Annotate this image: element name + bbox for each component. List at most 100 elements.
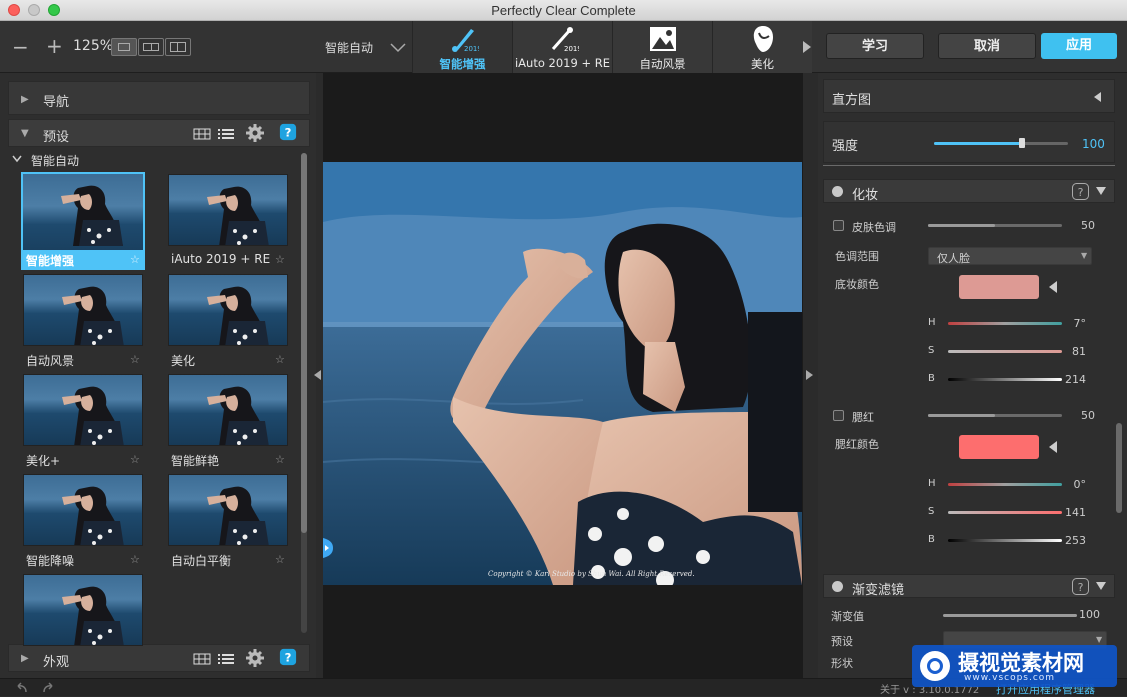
presets-header[interactable]: ▼ 预设 ? (8, 119, 310, 147)
strength-label: 强度 (832, 139, 859, 154)
preset-label: 智能降噪 (26, 554, 75, 568)
preset-select[interactable]: 智能自动 (325, 39, 373, 56)
portrait-photo (323, 162, 802, 585)
hsb-b-slider[interactable] (948, 378, 1062, 381)
mode-tab-iauto[interactable]: 2019 iAuto 2019 + RE (512, 21, 612, 73)
collapse-left-panel-icon[interactable] (314, 370, 322, 380)
favorite-star-icon[interactable]: ☆ (275, 253, 285, 266)
preset-thumbnail[interactable] (23, 374, 143, 446)
favorite-star-icon[interactable]: ☆ (130, 253, 140, 266)
zoom-in-button[interactable]: + (46, 34, 63, 58)
strength-slider[interactable] (934, 138, 1068, 148)
skin-tone-slider[interactable] (928, 224, 1062, 227)
preset-thumbnail[interactable] (23, 474, 143, 546)
preset-thumbnail[interactable] (168, 374, 288, 446)
split-view-button[interactable] (165, 38, 191, 56)
cancel-button[interactable]: 取消 (938, 33, 1036, 59)
favorite-star-icon[interactable]: ☆ (275, 553, 285, 566)
gradient-filter-header[interactable]: 渐变滤镜 ? (823, 574, 1115, 598)
grid-view-icon[interactable] (193, 650, 211, 668)
undo-icon[interactable] (14, 681, 30, 695)
mode-tab-smart-enhance[interactable]: 2019 智能增强 (412, 21, 512, 73)
hsb-b-value: 214 (1065, 373, 1086, 386)
toolbar: − + 125% 智能自动 2019 智能增强 2019 iAuto 2019 … (0, 21, 1127, 73)
hsb-h-slider[interactable] (948, 483, 1062, 486)
tone-range-select[interactable]: 仅人脸 ▼ (928, 247, 1092, 265)
help-icon[interactable]: ? (1072, 183, 1089, 200)
makeup-header[interactable]: 化妆 ? (823, 179, 1115, 203)
toggle-dot-icon[interactable] (832, 186, 843, 197)
image-viewer[interactable]: Copyright © Karl Studio by Shun Wai. All… (314, 73, 813, 678)
preset-label: 美化+ (26, 454, 61, 468)
compare-handle-icon[interactable] (323, 538, 333, 558)
site-watermark-logo: 摄视觉素材网 www.vscops.com (912, 645, 1117, 687)
blush-color-label: 腮红颜色 (835, 438, 879, 451)
list-view-icon[interactable] (217, 125, 235, 143)
hsb-h-slider[interactable] (948, 322, 1062, 325)
preset-thumbnail[interactable] (168, 174, 288, 246)
title-bar: Perfectly Clear Complete (0, 0, 1127, 21)
strength-slider-knob[interactable] (1019, 138, 1026, 148)
favorite-star-icon[interactable]: ☆ (130, 353, 140, 366)
side-by-side-view-button[interactable] (138, 38, 164, 56)
favorite-star-icon[interactable]: ☆ (130, 453, 140, 466)
gear-icon[interactable] (246, 124, 264, 142)
histogram-title: 直方图 (832, 93, 872, 108)
apply-button[interactable]: 应用 (1041, 33, 1117, 59)
gear-icon[interactable] (246, 649, 264, 667)
collapse-triangle-icon[interactable] (1049, 441, 1057, 453)
hsb-s-label: S (928, 345, 935, 356)
blush-color-swatch[interactable] (959, 435, 1039, 459)
chevron-down-icon[interactable] (390, 43, 406, 53)
collapse-triangle-icon[interactable] (1049, 281, 1057, 293)
hsb-b-slider[interactable] (948, 539, 1062, 542)
hsb-s-slider[interactable] (948, 511, 1062, 514)
zoom-out-button[interactable]: − (12, 35, 29, 59)
skin-tone-checkbox[interactable] (833, 220, 844, 231)
preset-thumbnail[interactable] (168, 474, 288, 546)
hsb-h-value: 7° (1073, 317, 1087, 330)
grid-view-icon[interactable] (193, 125, 211, 143)
favorite-star-icon[interactable]: ☆ (130, 553, 140, 566)
list-view-icon[interactable] (217, 650, 235, 668)
favorite-star-icon[interactable]: ☆ (275, 453, 285, 466)
histogram-header[interactable]: 直方图 (823, 79, 1115, 113)
redo-icon[interactable] (40, 681, 56, 695)
preset-thumbnail[interactable] (168, 274, 288, 346)
help-icon[interactable]: ? (1072, 578, 1089, 595)
help-icon[interactable]: ? (279, 648, 297, 666)
scrollbar-thumb[interactable] (1116, 423, 1122, 513)
learn-button[interactable]: 学习 (826, 33, 924, 59)
blush-slider[interactable] (928, 414, 1062, 417)
mode-tab-beautify[interactable]: 美化 (712, 21, 812, 73)
appearance-title: 外观 (43, 655, 70, 670)
photo-preview[interactable]: Copyright © Karl Studio by Shun Wai. All… (323, 162, 802, 585)
gradient-value: 100 (1079, 608, 1100, 621)
appearance-header[interactable]: ▶ 外观 ? (8, 644, 310, 672)
chevron-down-icon[interactable] (12, 155, 22, 163)
help-icon[interactable]: ? (279, 123, 297, 141)
hsb-s-slider[interactable] (948, 350, 1062, 353)
scrollbar-track[interactable] (301, 153, 307, 633)
preset-thumbnail[interactable] (23, 274, 143, 346)
toggle-dot-icon[interactable] (832, 581, 843, 592)
collapse-triangle-icon[interactable] (1096, 582, 1106, 590)
gradient-value-slider[interactable] (943, 614, 1077, 617)
mode-tab-auto-landscape[interactable]: 自动风景 (612, 21, 712, 73)
favorite-star-icon[interactable]: ☆ (275, 353, 285, 366)
chevron-down-icon: ▼ (1096, 635, 1103, 644)
collapse-triangle-icon[interactable] (1096, 187, 1106, 195)
foundation-color-swatch[interactable] (959, 275, 1039, 299)
zoom-level: 125% (73, 38, 114, 54)
single-view-button[interactable] (111, 38, 137, 56)
chevron-right-icon[interactable] (802, 41, 812, 53)
svg-text:2019: 2019 (464, 45, 479, 53)
svg-text:?: ? (285, 126, 292, 140)
scrollbar-thumb[interactable] (301, 153, 307, 533)
navigation-header[interactable]: ▶ 导航 (8, 81, 310, 115)
collapse-right-panel-icon[interactable] (806, 370, 814, 380)
collapse-triangle-icon: ▼ (21, 128, 29, 139)
hsb-b-label: B (928, 534, 935, 545)
blush-checkbox[interactable] (833, 410, 844, 421)
preset-thumbnail[interactable] (23, 574, 143, 646)
